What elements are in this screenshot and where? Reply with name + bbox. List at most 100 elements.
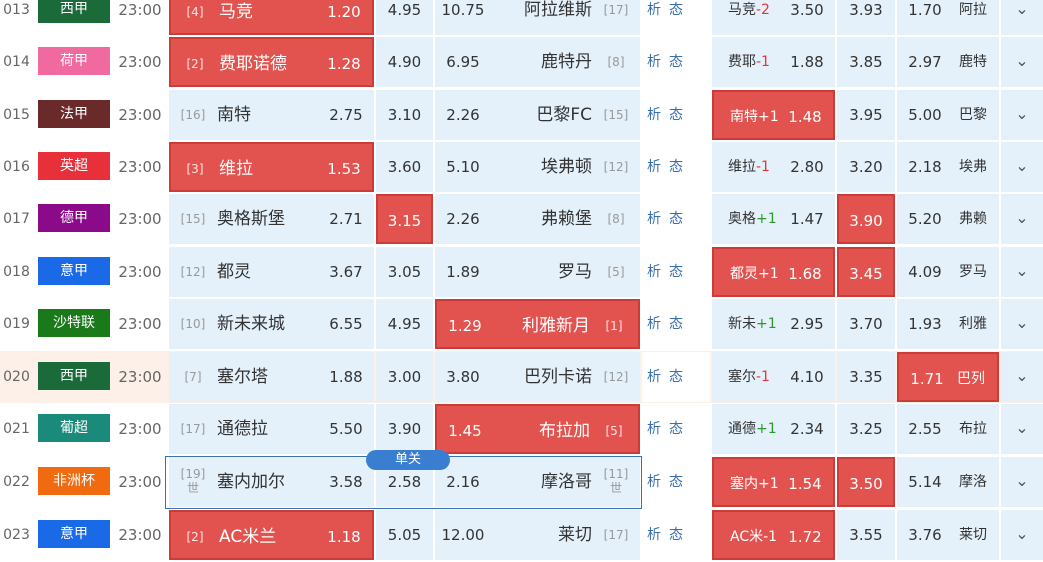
single-bet-badge[interactable]: 单关 bbox=[366, 450, 450, 470]
handicap-away-cell[interactable]: 1.71 巴列 bbox=[897, 352, 999, 402]
league-badge[interactable]: 西甲 bbox=[38, 0, 110, 23]
home-win-cell[interactable]: [7] 塞尔塔 1.88 bbox=[169, 352, 374, 402]
expand-toggle[interactable]: ⌄ bbox=[1001, 0, 1043, 35]
state-link[interactable]: 态 bbox=[669, 193, 683, 245]
handicap-draw-cell[interactable]: 3.25 bbox=[837, 404, 895, 454]
analysis-link[interactable]: 析 bbox=[647, 246, 661, 298]
analysis-link[interactable]: 析 bbox=[647, 141, 661, 193]
state-link[interactable]: 态 bbox=[669, 36, 683, 88]
away-win-cell[interactable]: 6.95 鹿特丹 [8] bbox=[435, 37, 640, 87]
handicap-draw-cell[interactable]: 3.55 bbox=[837, 510, 895, 560]
analysis-link[interactable]: 析 bbox=[647, 403, 661, 455]
home-win-cell[interactable]: [17] 通德拉 5.50 bbox=[169, 404, 374, 454]
league-badge[interactable]: 德甲 bbox=[38, 204, 110, 232]
draw-cell[interactable]: 3.10 bbox=[376, 90, 433, 140]
handicap-home-cell[interactable]: AC米-1 1.72 bbox=[712, 510, 835, 560]
league-badge[interactable]: 意甲 bbox=[38, 257, 110, 285]
away-win-cell[interactable]: 1.29 利雅新月 [1] bbox=[435, 299, 640, 349]
league-badge[interactable]: 英超 bbox=[38, 152, 110, 180]
handicap-away-cell[interactable]: 3.76 莱切 bbox=[897, 510, 999, 560]
draw-cell[interactable]: 5.05 bbox=[376, 510, 433, 560]
state-link[interactable]: 态 bbox=[669, 89, 683, 141]
draw-cell[interactable]: 3.00 bbox=[376, 352, 433, 402]
league-badge[interactable]: 葡超 bbox=[38, 414, 110, 442]
handicap-draw-cell[interactable]: 3.20 bbox=[837, 142, 895, 192]
handicap-home-cell[interactable]: 维拉-1 2.80 bbox=[712, 142, 835, 192]
analysis-link[interactable]: 析 bbox=[647, 89, 661, 141]
away-win-cell[interactable]: 1.89 罗马 [5] bbox=[435, 247, 640, 297]
handicap-away-cell[interactable]: 5.14 摩洛 bbox=[897, 457, 999, 507]
league-badge[interactable]: 西甲 bbox=[38, 362, 110, 390]
handicap-away-cell[interactable]: 2.18 埃弗 bbox=[897, 142, 999, 192]
handicap-home-cell[interactable]: 塞尔-1 4.10 bbox=[712, 352, 835, 402]
draw-cell[interactable]: 3.15 bbox=[376, 194, 433, 244]
home-win-cell[interactable]: [12] 都灵 3.67 bbox=[169, 247, 374, 297]
handicap-away-cell[interactable]: 5.00 巴黎 bbox=[897, 90, 999, 140]
handicap-away-cell[interactable]: 1.70 阿拉 bbox=[897, 0, 999, 35]
handicap-away-cell[interactable]: 2.55 布拉 bbox=[897, 404, 999, 454]
expand-toggle[interactable]: ⌄ bbox=[1001, 457, 1043, 507]
handicap-home-cell[interactable]: 费耶-1 1.88 bbox=[712, 37, 835, 87]
state-link[interactable]: 态 bbox=[669, 0, 683, 36]
state-link[interactable]: 态 bbox=[669, 509, 683, 561]
league-badge[interactable]: 意甲 bbox=[38, 520, 110, 548]
home-win-cell[interactable]: [3] 维拉 1.53 bbox=[169, 142, 374, 192]
league-badge[interactable]: 法甲 bbox=[38, 100, 110, 128]
handicap-draw-cell[interactable]: 3.93 bbox=[837, 0, 895, 35]
handicap-home-cell[interactable]: 马竞-2 3.50 bbox=[712, 0, 835, 35]
away-win-cell[interactable]: 2.26 弗赖堡 [8] bbox=[435, 194, 640, 244]
analysis-link[interactable]: 析 bbox=[647, 456, 661, 508]
handicap-home-cell[interactable]: 都灵+1 1.68 bbox=[712, 247, 835, 297]
expand-toggle[interactable]: ⌄ bbox=[1001, 37, 1043, 87]
handicap-home-cell[interactable]: 奥格+1 1.47 bbox=[712, 194, 835, 244]
analysis-link[interactable]: 析 bbox=[647, 351, 661, 403]
home-win-cell[interactable]: [2] 费耶诺德 1.28 bbox=[169, 37, 374, 87]
expand-toggle[interactable]: ⌄ bbox=[1001, 352, 1043, 402]
handicap-draw-cell[interactable]: 3.70 bbox=[837, 299, 895, 349]
handicap-draw-cell[interactable]: 3.45 bbox=[837, 247, 895, 297]
analysis-link[interactable]: 析 bbox=[647, 0, 661, 36]
expand-toggle[interactable]: ⌄ bbox=[1001, 247, 1043, 297]
state-link[interactable]: 态 bbox=[669, 141, 683, 193]
home-win-cell[interactable]: [10] 新未来城 6.55 bbox=[169, 299, 374, 349]
handicap-home-cell[interactable]: 塞内+1 1.54 bbox=[712, 457, 835, 507]
draw-cell[interactable]: 3.90 bbox=[376, 404, 433, 454]
handicap-draw-cell[interactable]: 3.90 bbox=[837, 194, 895, 244]
state-link[interactable]: 态 bbox=[669, 246, 683, 298]
handicap-draw-cell[interactable]: 3.85 bbox=[837, 37, 895, 87]
handicap-away-cell[interactable]: 2.97 鹿特 bbox=[897, 37, 999, 87]
state-link[interactable]: 态 bbox=[669, 351, 683, 403]
draw-cell[interactable]: 3.05 bbox=[376, 247, 433, 297]
league-badge[interactable]: 荷甲 bbox=[38, 47, 110, 75]
handicap-draw-cell[interactable]: 3.35 bbox=[837, 352, 895, 402]
handicap-home-cell[interactable]: 南特+1 1.48 bbox=[712, 90, 835, 140]
handicap-draw-cell[interactable]: 3.95 bbox=[837, 90, 895, 140]
handicap-away-cell[interactable]: 1.93 利雅 bbox=[897, 299, 999, 349]
analysis-link[interactable]: 析 bbox=[647, 298, 661, 350]
league-badge[interactable]: 非洲杯 bbox=[38, 467, 110, 495]
away-win-cell[interactable]: 2.26 巴黎FC [15] bbox=[435, 90, 640, 140]
away-win-cell[interactable]: 1.45 布拉加 [5] bbox=[435, 404, 640, 454]
handicap-home-cell[interactable]: 通德+1 2.34 bbox=[712, 404, 835, 454]
handicap-away-cell[interactable]: 5.20 弗赖 bbox=[897, 194, 999, 244]
expand-toggle[interactable]: ⌄ bbox=[1001, 90, 1043, 140]
home-win-cell[interactable]: [4] 马竞 1.20 bbox=[169, 0, 374, 35]
state-link[interactable]: 态 bbox=[669, 298, 683, 350]
expand-toggle[interactable]: ⌄ bbox=[1001, 404, 1043, 454]
analysis-link[interactable]: 析 bbox=[647, 509, 661, 561]
handicap-home-cell[interactable]: 新未+1 2.95 bbox=[712, 299, 835, 349]
home-win-cell[interactable]: [2] AC米兰 1.18 bbox=[169, 510, 374, 560]
draw-cell[interactable]: 4.90 bbox=[376, 37, 433, 87]
analysis-link[interactable]: 析 bbox=[647, 36, 661, 88]
state-link[interactable]: 态 bbox=[669, 456, 683, 508]
draw-cell[interactable]: 3.60 bbox=[376, 142, 433, 192]
state-link[interactable]: 态 bbox=[669, 403, 683, 455]
expand-toggle[interactable]: ⌄ bbox=[1001, 142, 1043, 192]
analysis-link[interactable]: 析 bbox=[647, 193, 661, 245]
expand-toggle[interactable]: ⌄ bbox=[1001, 299, 1043, 349]
home-win-cell[interactable]: [15] 奥格斯堡 2.71 bbox=[169, 194, 374, 244]
away-win-cell[interactable]: 3.80 巴列卡诺 [12] bbox=[435, 352, 640, 402]
home-win-cell[interactable]: [16] 南特 2.75 bbox=[169, 90, 374, 140]
draw-cell[interactable]: 4.95 bbox=[376, 299, 433, 349]
handicap-away-cell[interactable]: 4.09 罗马 bbox=[897, 247, 999, 297]
